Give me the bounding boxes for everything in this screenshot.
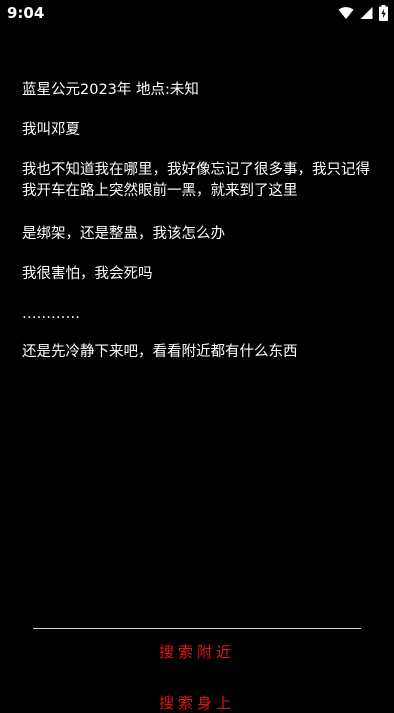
story-line: 是绑架，还是整蛊，我该怎么办 — [22, 226, 225, 242]
story-line: 我也不知道我在哪里，我好像忘记了很多事，我只记得我开车在路上突然眼前一黑，就来到… — [22, 162, 370, 199]
story-line: 我很害怕，我会死吗 — [22, 266, 153, 282]
cellular-signal-icon — [360, 6, 373, 20]
search-nearby-button[interactable]: 搜索附近 — [0, 641, 394, 662]
battery-charging-icon — [379, 5, 388, 21]
story-line: 我叫邓夏 — [22, 122, 80, 138]
wifi-icon — [338, 6, 354, 20]
status-bar: 9:04 — [0, 0, 394, 28]
divider — [33, 628, 361, 629]
story-line-date-location: 蓝星公元2023年 地点:未知 — [22, 82, 199, 98]
search-self-button[interactable]: 搜索身上 — [0, 692, 394, 713]
status-time: 9:04 — [7, 4, 45, 22]
story-line: ………… — [22, 306, 80, 322]
status-icons — [338, 5, 388, 21]
story-line: 还是先冷静下来吧，看看附近都有什么东西 — [22, 344, 298, 360]
